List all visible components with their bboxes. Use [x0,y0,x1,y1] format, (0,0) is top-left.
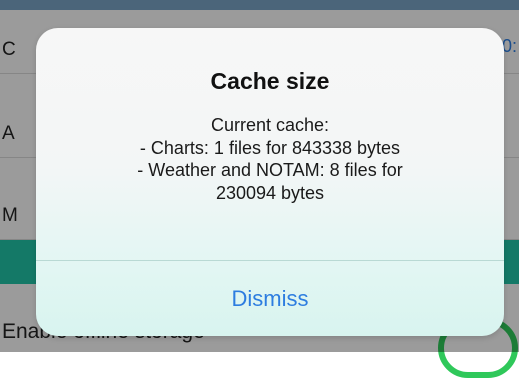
dismiss-button[interactable]: Dismiss [36,261,504,336]
alert-title: Cache size [210,68,330,94]
alert-message-line: - Charts: 1 files for 843338 bytes [139,137,401,158]
alert-message-line: 230094 bytes [215,182,325,203]
alert-message: Current cache: - Charts: 1 files for 843… [36,114,504,204]
alert-message-line: Current cache: [210,115,330,135]
cache-size-alert: Cache size Current cache: - Charts: 1 fi… [36,28,504,336]
alert-message-line: - Weather and NOTAM: 8 files for [137,160,403,180]
